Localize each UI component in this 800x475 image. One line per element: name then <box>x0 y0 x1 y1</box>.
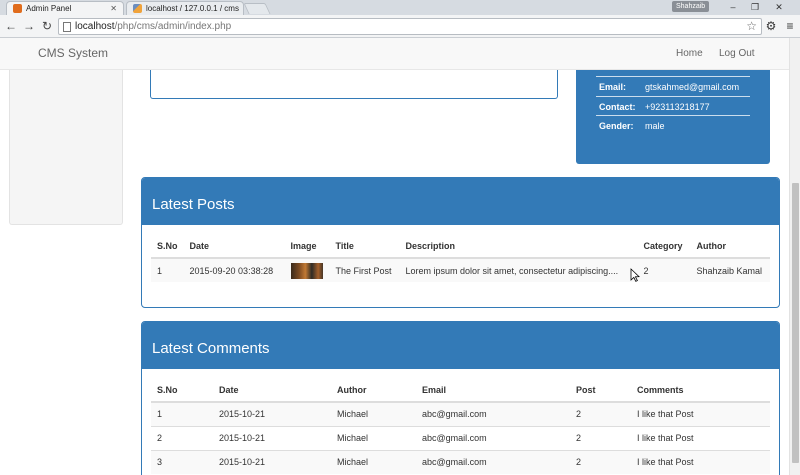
reload-icon[interactable]: ↻ <box>40 19 54 33</box>
table-row[interactable]: 1 2015-10-21 Michael abc@gmail.com 2 I l… <box>151 401 770 426</box>
column-header: Image <box>284 235 330 259</box>
forward-arrow-icon[interactable]: → <box>22 19 36 33</box>
latest-posts-panel: Latest Posts S.No Date Image Title Descr… <box>141 177 780 308</box>
page-scrollbar[interactable] <box>789 38 800 475</box>
gear-icon[interactable]: ⚙ <box>764 19 778 33</box>
latest-comments-panel: Latest Comments S.No Date Author Email P… <box>141 321 780 475</box>
column-header: Post <box>570 379 631 403</box>
cell-date: 2015-10-21 <box>213 425 331 450</box>
profile-row-contact: Contact: +923113218177 <box>596 96 750 116</box>
cell-sno: 1 <box>151 257 184 282</box>
phpmyadmin-icon <box>133 4 142 13</box>
column-header: Title <box>329 235 400 259</box>
cell-date: 2015-10-21 <box>213 401 331 426</box>
cell-post: 2 <box>570 425 631 450</box>
close-window-icon[interactable]: ✕ <box>768 1 790 13</box>
cell-category: 2 <box>637 257 691 282</box>
close-icon[interactable]: ✕ <box>104 4 117 13</box>
cell-sno: 2 <box>151 425 213 450</box>
minimize-icon[interactable]: – <box>722 1 744 13</box>
bookmark-star-icon[interactable]: ☆ <box>746 19 757 34</box>
new-tab-button[interactable] <box>243 3 271 14</box>
restore-icon[interactable]: ❐ <box>744 1 766 13</box>
profile-chip[interactable]: Shahzaib <box>672 1 710 12</box>
url-input[interactable]: localhost/php/cms/admin/index.php ☆ <box>58 18 762 35</box>
cell-author: Michael <box>331 449 416 474</box>
profile-row-gender: Gender: male <box>596 115 750 135</box>
table-row[interactable]: 3 2015-10-21 Michael abc@gmail.com 2 I l… <box>151 449 770 474</box>
column-header: Date <box>183 235 285 259</box>
panel-title: Latest Posts <box>142 178 779 225</box>
tab-phpmyadmin[interactable]: localhost / 127.0.0.1 / cms ✕ <box>126 1 244 15</box>
column-header: S.No <box>151 379 213 403</box>
cell-email: abc@gmail.com <box>416 449 570 474</box>
cell-comment: I like that Post <box>631 425 770 450</box>
panel-body: S.No Date Image Title Description Catego… <box>142 225 779 282</box>
column-header: Date <box>213 379 331 403</box>
scrollbar-thumb[interactable] <box>792 183 799 463</box>
cell-email: abc@gmail.com <box>416 401 570 426</box>
nav-logout-link[interactable]: Log Out <box>719 48 755 59</box>
profile-row-email: Email: gtskahmed@gmail.com <box>596 76 750 96</box>
cell-email: abc@gmail.com <box>416 425 570 450</box>
profile-value: male <box>645 121 665 131</box>
brand-link[interactable]: CMS System <box>38 46 108 60</box>
column-header: Category <box>637 235 691 259</box>
cell-sno: 3 <box>151 449 213 474</box>
posts-table: S.No Date Image Title Description Catego… <box>151 235 770 282</box>
mouse-cursor-icon <box>630 268 640 282</box>
column-header: Author <box>331 379 416 403</box>
cell-sno: 1 <box>151 401 213 426</box>
tab-title: localhost / 127.0.0.1 / cms <box>146 4 239 13</box>
back-arrow-icon[interactable]: ← <box>4 19 18 33</box>
orange-page-icon <box>13 4 22 13</box>
top-content-panel <box>150 70 558 99</box>
sidebar-panel <box>9 70 123 225</box>
column-header: Comments <box>631 379 770 403</box>
column-header: S.No <box>151 235 184 259</box>
profile-label: Gender: <box>599 121 634 131</box>
cell-author: Michael <box>331 401 416 426</box>
tab-admin-panel[interactable]: Admin Panel ✕ <box>6 1 124 15</box>
cell-comment: I like that Post <box>631 401 770 426</box>
column-header: Description <box>399 235 638 259</box>
cell-comment: I like that Post <box>631 449 770 474</box>
url-path: /php/cms/admin/index.php <box>114 21 232 32</box>
address-toolbar: ← → ↻ localhost/php/cms/admin/index.php … <box>0 15 800 38</box>
table-row[interactable]: 2 2015-10-21 Michael abc@gmail.com 2 I l… <box>151 425 770 450</box>
cell-author: Shahzaib Kamal <box>690 257 770 282</box>
nav-home-link[interactable]: Home <box>676 48 703 59</box>
cell-date: 2015-10-21 <box>213 449 331 474</box>
cell-author: Michael <box>331 425 416 450</box>
column-header: Email <box>416 379 570 403</box>
tab-title: Admin Panel <box>26 4 72 13</box>
cell-date: 2015-09-20 03:38:28 <box>183 257 285 282</box>
cell-image <box>284 257 330 282</box>
cell-title: The First Post <box>329 257 400 282</box>
column-header: Author <box>690 235 770 259</box>
profile-label: Contact: <box>599 102 636 112</box>
url-host: localhost <box>75 21 115 32</box>
page-icon <box>63 22 71 32</box>
profile-label: Email: <box>599 82 627 92</box>
post-thumbnail-image <box>290 262 323 279</box>
table-row[interactable]: 1 2015-09-20 03:38:28 The First Post Lor… <box>151 257 770 282</box>
table-header-row: S.No Date Author Email Post Comments <box>151 379 770 403</box>
table-header-row: S.No Date Image Title Description Catego… <box>151 235 770 259</box>
site-navbar: CMS System Home Log Out <box>0 38 789 70</box>
cell-post: 2 <box>570 401 631 426</box>
cell-post: 2 <box>570 449 631 474</box>
menu-icon[interactable]: ≡ <box>783 19 797 33</box>
cell-description: Lorem ipsum dolor sit amet, consectetur … <box>399 257 638 282</box>
panel-title: Latest Comments <box>142 322 779 369</box>
comments-table: S.No Date Author Email Post Comments 1 2… <box>151 379 770 474</box>
profile-value: +923113218177 <box>645 102 710 112</box>
panel-body: S.No Date Author Email Post Comments 1 2… <box>142 369 779 474</box>
profile-value: gtskahmed@gmail.com <box>645 82 740 92</box>
profile-panel: Email: gtskahmed@gmail.com Contact: +923… <box>576 70 770 164</box>
close-icon[interactable]: ✕ <box>239 4 243 13</box>
browser-tab-bar: Admin Panel ✕ localhost / 127.0.0.1 / cm… <box>0 0 800 15</box>
